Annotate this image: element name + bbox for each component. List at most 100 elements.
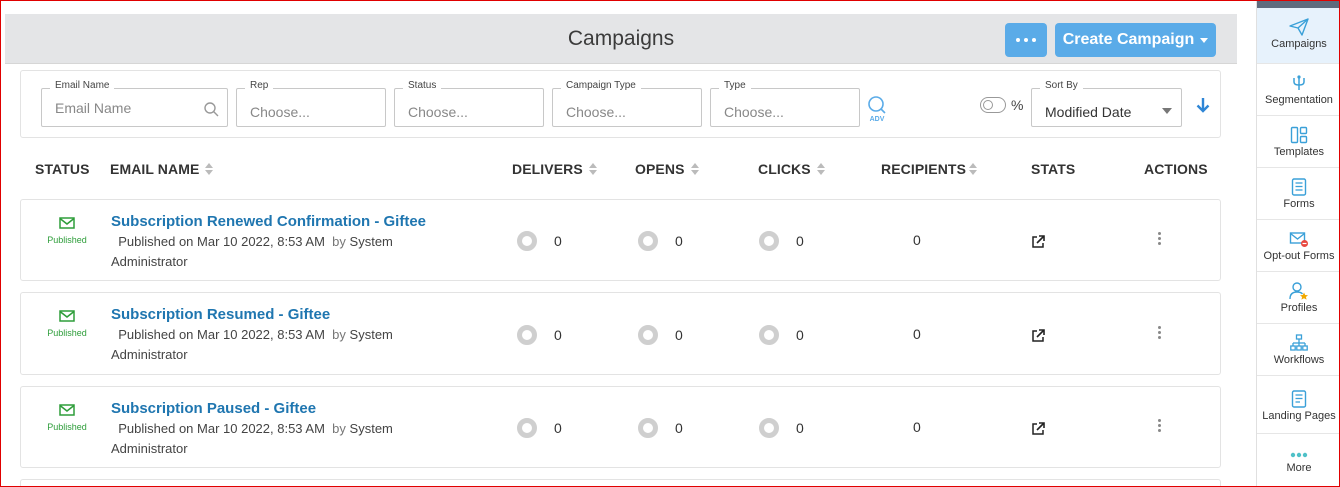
clicks-value: 0 bbox=[796, 327, 804, 343]
column-stats: STATS bbox=[1031, 161, 1075, 177]
status-badge: Published bbox=[21, 403, 113, 432]
email-name-cell: Subscription Paused - Giftee Published o… bbox=[111, 399, 441, 459]
recipients-value: 0 bbox=[913, 326, 921, 342]
row-actions-icon[interactable] bbox=[1158, 419, 1161, 432]
sort-by-filter[interactable]: Sort By Modified Date bbox=[1031, 80, 1182, 127]
row-actions-icon[interactable] bbox=[1158, 326, 1161, 339]
by-label: by bbox=[332, 421, 346, 436]
sidebar-item-opt-out-forms[interactable]: Opt-out Forms bbox=[1257, 220, 1340, 272]
sort-icon[interactable] bbox=[588, 163, 597, 175]
sidebar-item-workflows[interactable]: Workflows bbox=[1257, 324, 1340, 376]
sidebar-item-segmentation[interactable]: Segmentation bbox=[1257, 64, 1340, 116]
hierarchy-icon bbox=[1290, 334, 1308, 351]
table-row[interactable]: Published Subscription Renewed Confirmat… bbox=[20, 199, 1221, 281]
page-title: Campaigns bbox=[567, 27, 675, 50]
clicks-cell: 0 bbox=[759, 231, 804, 251]
sidebar-item-profiles[interactable]: Profiles bbox=[1257, 272, 1340, 324]
delivers-value: 0 bbox=[554, 233, 562, 249]
campaign-meta: Published on Mar 10 2022, 8:53 AM by Sys… bbox=[111, 325, 441, 365]
clicks-ring-icon bbox=[759, 418, 779, 438]
sidebar-item-label: Landing Pages bbox=[1262, 410, 1336, 422]
column-actions-label: ACTIONS bbox=[1144, 161, 1208, 177]
external-link-icon[interactable] bbox=[1031, 421, 1046, 436]
sidebar-item-landing-pages[interactable]: Landing Pages bbox=[1257, 376, 1340, 434]
email-name-cell: Subscription Resumed - Giftee Published … bbox=[111, 305, 441, 365]
rep-filter[interactable]: Rep Choose... bbox=[236, 80, 386, 127]
sort-icon[interactable] bbox=[969, 163, 978, 175]
delivers-ring-icon bbox=[517, 231, 537, 251]
column-clicks[interactable]: CLICKS bbox=[758, 161, 825, 177]
column-opens[interactable]: OPENS bbox=[635, 161, 699, 177]
sidebar-item-label: Workflows bbox=[1273, 354, 1325, 366]
sidebar-item-more[interactable]: More bbox=[1257, 434, 1340, 487]
sidebar-item-templates[interactable]: Templates bbox=[1257, 116, 1340, 168]
status-text: Published bbox=[47, 235, 87, 245]
dots-icon bbox=[1290, 452, 1308, 458]
envelope-icon bbox=[59, 310, 75, 322]
author-first: System bbox=[349, 234, 393, 249]
more-options-button[interactable] bbox=[1005, 23, 1047, 57]
campaign-name-link[interactable]: Subscription Renewed Confirmation - Gift… bbox=[111, 212, 441, 232]
external-link-icon[interactable] bbox=[1031, 234, 1046, 249]
rep-select[interactable]: Choose... bbox=[250, 104, 310, 120]
app-sidebar: Campaigns Segmentation Templates Forms O… bbox=[1256, 0, 1340, 487]
status-badge: Published bbox=[21, 309, 113, 338]
toggle-knob bbox=[983, 100, 993, 110]
sidebar-item-label: Forms bbox=[1283, 198, 1315, 210]
clicks-ring-icon bbox=[759, 231, 779, 251]
type-filter[interactable]: Type Choose... bbox=[710, 80, 860, 127]
envelope-icon bbox=[59, 217, 75, 229]
column-stats-label: STATS bbox=[1031, 161, 1076, 177]
campaign-meta: Published on Mar 10 2022, 8:53 AM by Sys… bbox=[111, 232, 441, 272]
row-actions-icon[interactable] bbox=[1158, 232, 1161, 245]
table-row[interactable]: Published Subscription Paused - Giftee P… bbox=[20, 386, 1221, 468]
campaign-meta: Published on Mar 10 2022, 8:53 AM by Sys… bbox=[111, 419, 441, 459]
external-link-icon[interactable] bbox=[1031, 328, 1046, 343]
recipients-value: 0 bbox=[913, 419, 921, 435]
percent-toggle[interactable] bbox=[980, 97, 1006, 113]
advanced-search-button[interactable]: ADV bbox=[866, 96, 888, 123]
sort-icon[interactable] bbox=[690, 163, 699, 175]
delivers-value: 0 bbox=[554, 420, 562, 436]
opens-value: 0 bbox=[675, 420, 683, 436]
sort-icon[interactable] bbox=[205, 163, 214, 175]
campaign-name-link[interactable]: Subscription Resumed - Giftee bbox=[111, 305, 441, 325]
create-campaign-button[interactable]: Create Campaign bbox=[1055, 23, 1216, 57]
delivers-value: 0 bbox=[554, 327, 562, 343]
sort-by-label: Sort By bbox=[1040, 80, 1083, 91]
sort-icon[interactable] bbox=[816, 163, 825, 175]
sort-by-select[interactable]: Modified Date bbox=[1045, 104, 1131, 120]
campaign-type-select[interactable]: Choose... bbox=[566, 104, 626, 120]
page-icon bbox=[1291, 390, 1307, 408]
fork-icon bbox=[1293, 75, 1305, 90]
campaign-name-link[interactable]: Subscription Paused - Giftee bbox=[111, 399, 441, 419]
column-delivers[interactable]: DELIVERS bbox=[512, 161, 597, 177]
campaign-type-filter[interactable]: Campaign Type Choose... bbox=[552, 80, 702, 127]
sidebar-item-forms[interactable]: Forms bbox=[1257, 168, 1340, 220]
adv-label: ADV bbox=[869, 116, 885, 123]
status-text: Published bbox=[47, 328, 87, 338]
published-date: Published on Mar 10 2022, 8:53 AM bbox=[118, 327, 325, 342]
column-recipients[interactable]: RECIPIENTS bbox=[881, 161, 978, 177]
sidebar-item-campaigns[interactable]: Campaigns bbox=[1257, 8, 1340, 64]
search-icon[interactable] bbox=[204, 102, 219, 117]
dot-icon bbox=[1016, 38, 1020, 42]
status-filter[interactable]: Status Choose... bbox=[394, 80, 544, 127]
clicks-cell: 0 bbox=[759, 325, 804, 345]
sidebar-item-label: Templates bbox=[1273, 146, 1325, 158]
clicks-ring-icon bbox=[759, 325, 779, 345]
column-email-name-label: EMAIL NAME bbox=[110, 161, 200, 177]
status-select[interactable]: Choose... bbox=[408, 104, 468, 120]
published-date: Published on Mar 10 2022, 8:53 AM bbox=[118, 421, 325, 436]
column-email-name[interactable]: EMAIL NAME bbox=[110, 161, 214, 177]
published-date: Published on Mar 10 2022, 8:53 AM bbox=[118, 234, 325, 249]
opens-cell: 0 bbox=[638, 325, 683, 345]
author-first: System bbox=[349, 421, 393, 436]
sort-direction-icon[interactable] bbox=[1196, 97, 1210, 113]
table-row[interactable]: Published Subscription Resumed - Giftee … bbox=[20, 292, 1221, 375]
type-filter-label: Type bbox=[719, 80, 751, 91]
caret-down-icon bbox=[1200, 37, 1209, 43]
email-name-filter[interactable]: Email Name Email Name bbox=[41, 80, 228, 127]
email-name-input[interactable]: Email Name bbox=[55, 100, 131, 116]
type-select[interactable]: Choose... bbox=[724, 104, 784, 120]
